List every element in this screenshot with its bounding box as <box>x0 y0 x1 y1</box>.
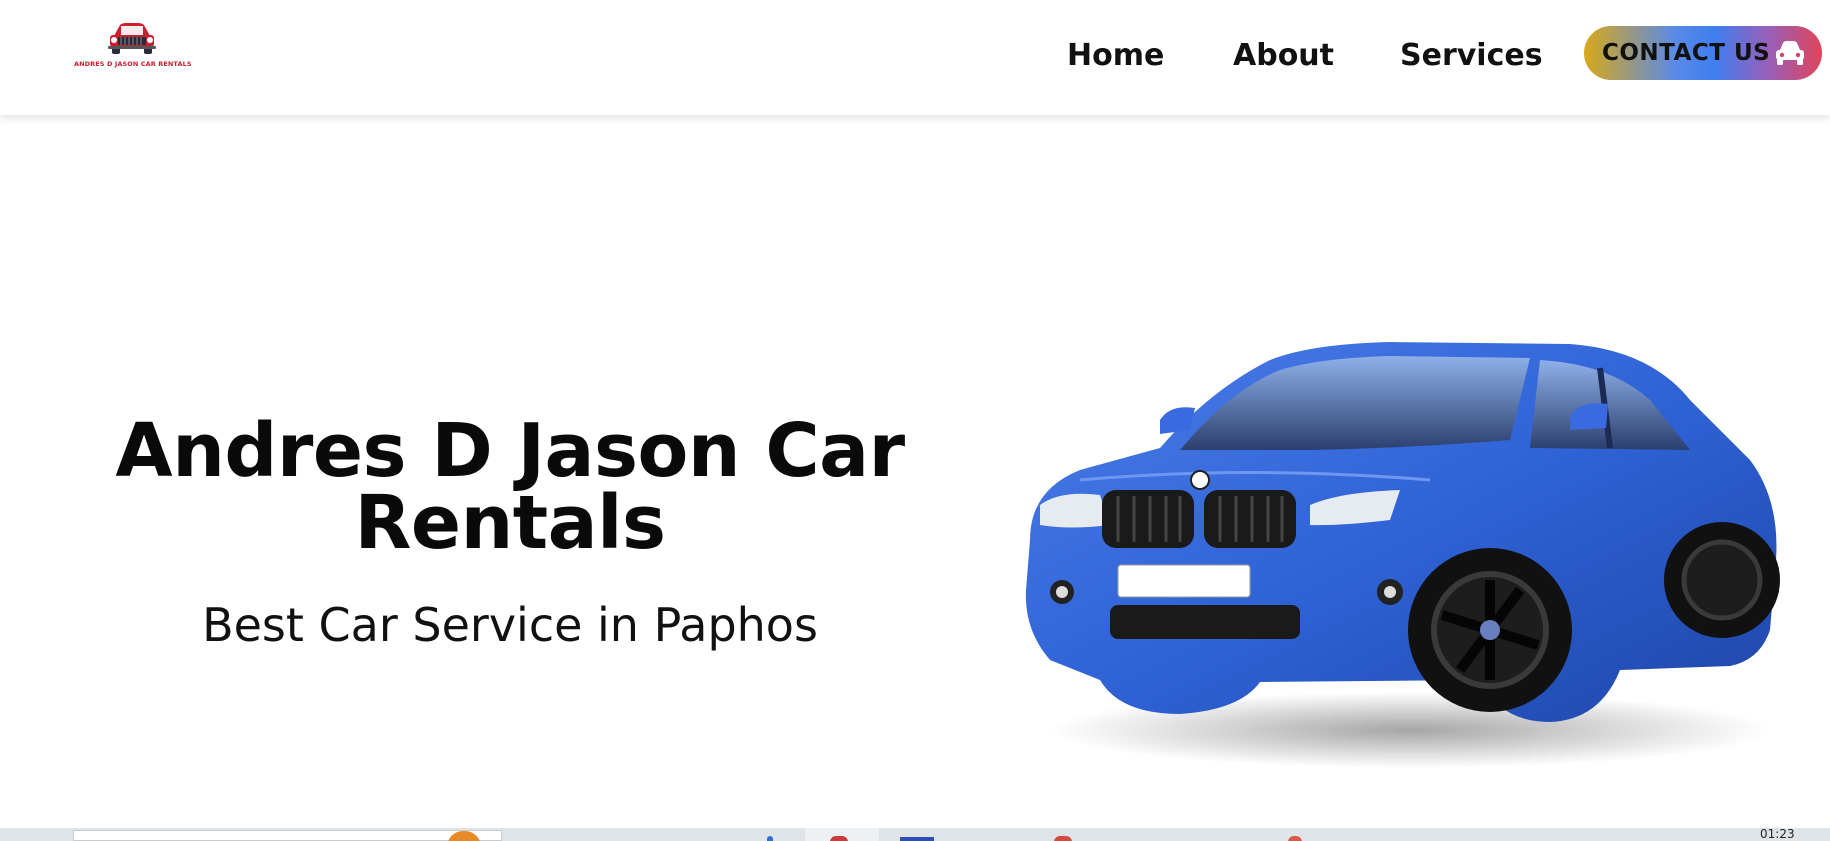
taskbar-clock[interactable]: 01:23 <box>1760 828 1795 840</box>
hero-subtitle: Best Car Service in Paphos <box>202 598 818 652</box>
car-icon <box>1776 41 1804 65</box>
nav-home[interactable]: Home <box>1067 38 1164 73</box>
site-logo[interactable]: ANDRES D JASON CAR RENTALS <box>74 22 192 72</box>
logo-text: ANDRES D JASON CAR RENTALS <box>74 60 192 68</box>
nav-services[interactable]: Services <box>1400 38 1543 73</box>
taskbar-app-icon[interactable] <box>830 836 848 841</box>
taskbar-search-box[interactable] <box>73 830 502 841</box>
taskbar-app-icon[interactable] <box>767 836 773 841</box>
car-logo-icon <box>108 23 156 54</box>
os-taskbar: 01:23 <box>0 828 1830 841</box>
hero-car-image <box>1010 330 1790 770</box>
page: ANDRES D JASON CAR RENTALS Home About Se… <box>0 0 1830 841</box>
taskbar-app-icon[interactable] <box>1288 836 1302 841</box>
taskbar-app-icon[interactable] <box>1054 836 1072 841</box>
contact-us-label: CONTACT US <box>1602 40 1771 66</box>
taskbar-app-icon[interactable] <box>900 837 934 841</box>
site-header: ANDRES D JASON CAR RENTALS Home About Se… <box>0 0 1830 115</box>
hero-title: Andres D Jason Car Rentals <box>115 408 905 566</box>
contact-us-button[interactable]: CONTACT US <box>1584 26 1822 80</box>
nav-about[interactable]: About <box>1233 38 1334 73</box>
